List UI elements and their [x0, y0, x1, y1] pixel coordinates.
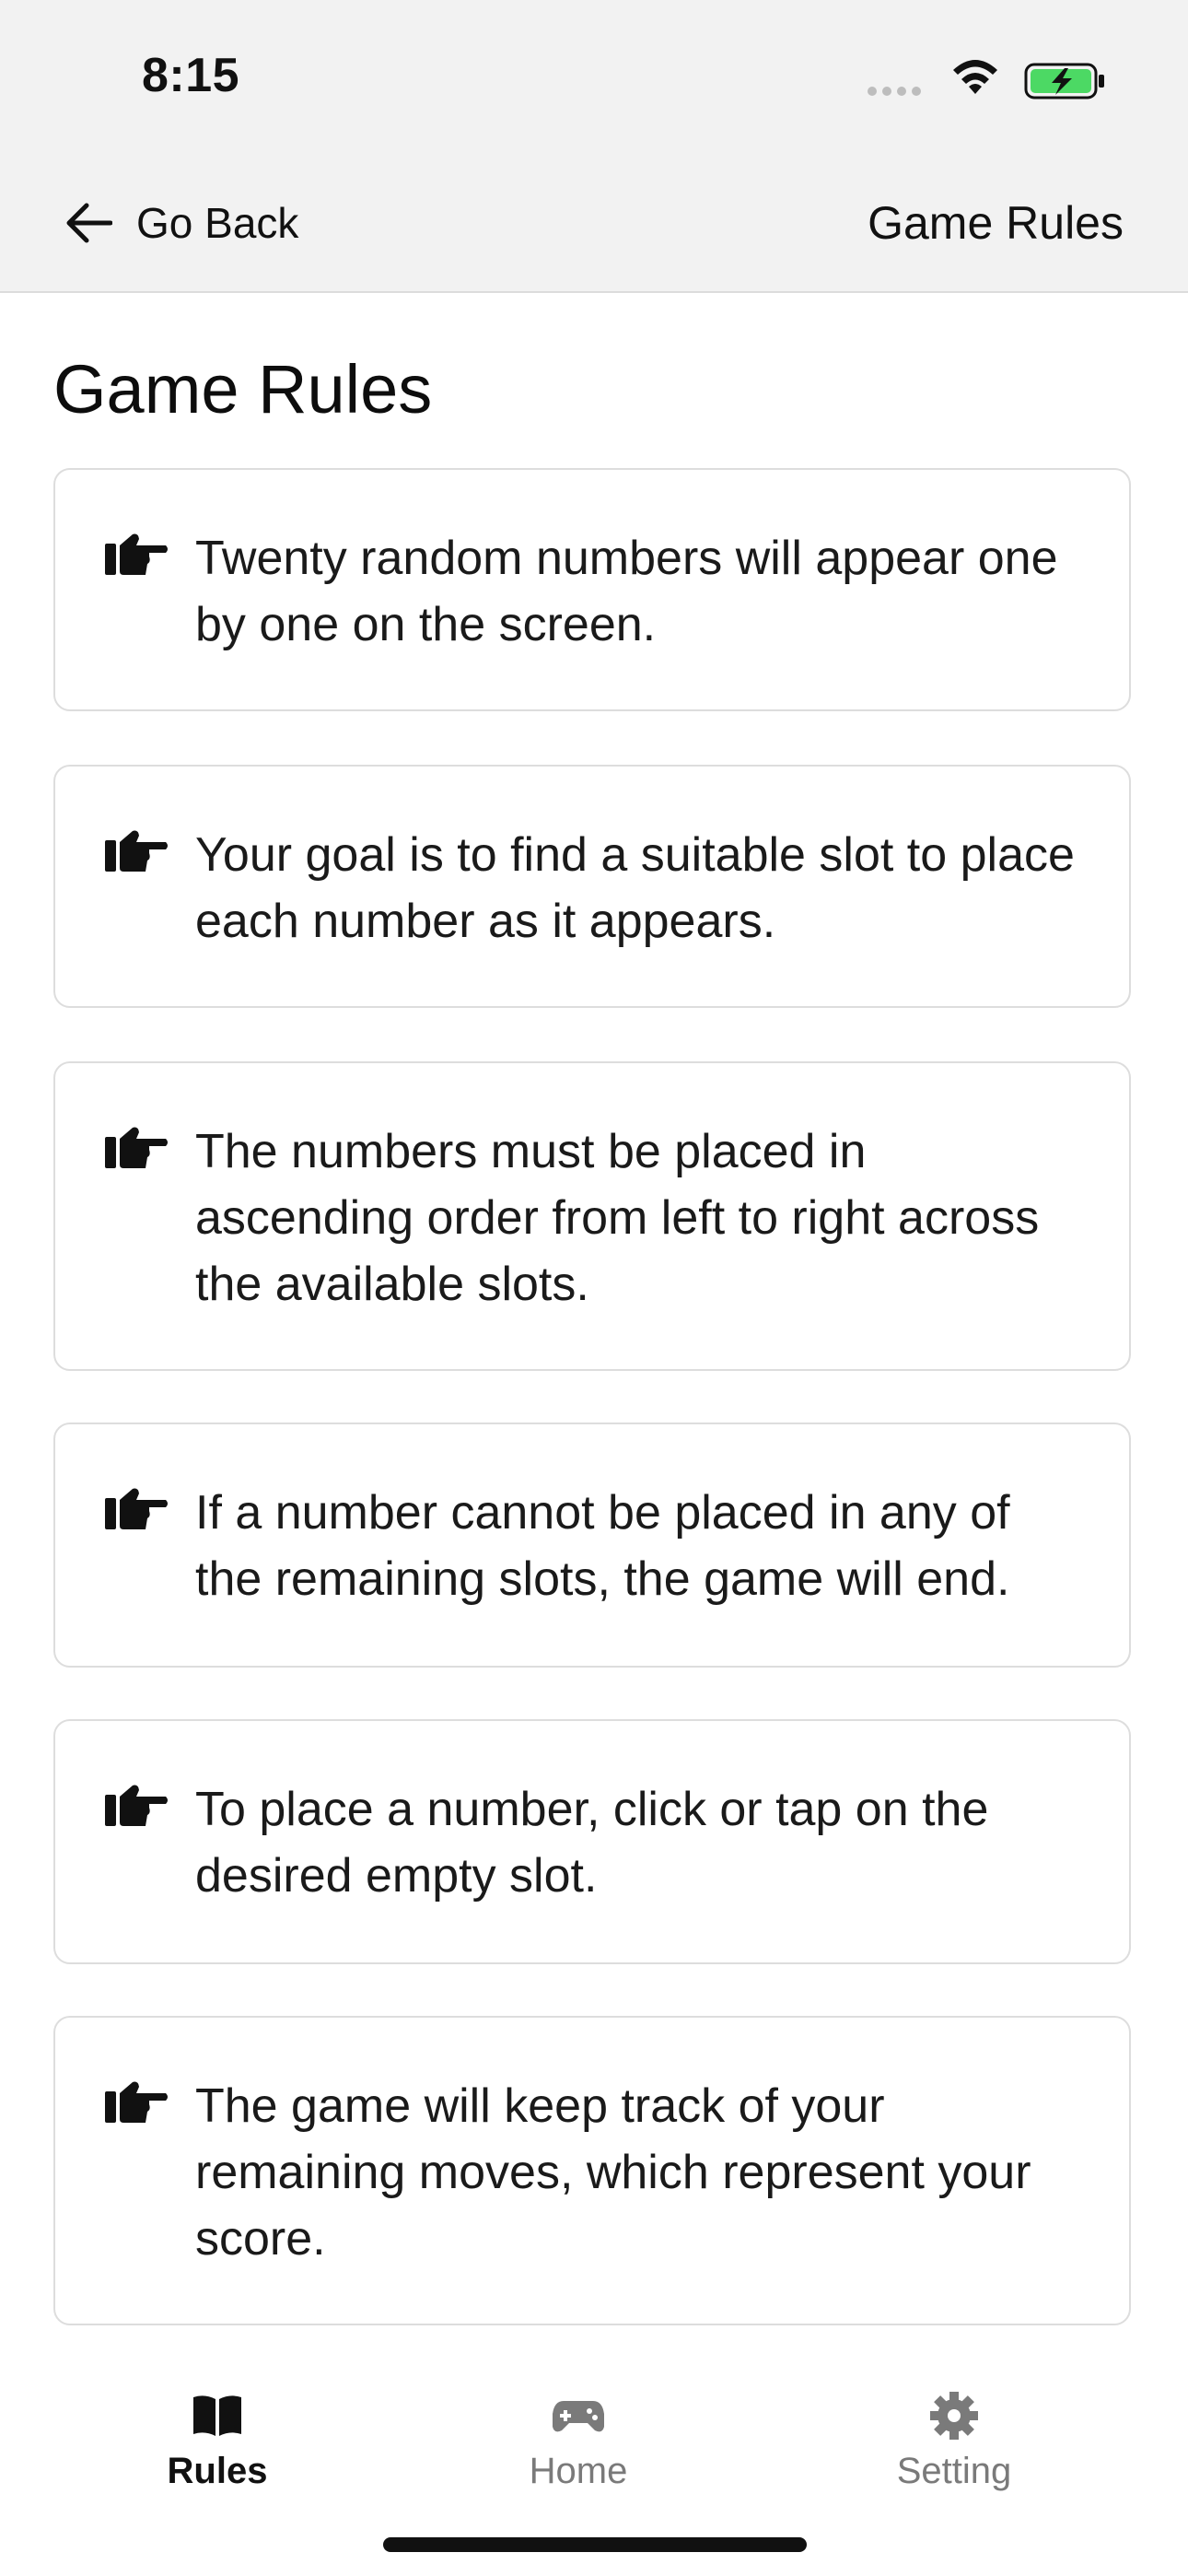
- back-label: Go Back: [136, 199, 299, 247]
- battery-icon: [1024, 63, 1104, 100]
- book-icon: [193, 2395, 241, 2436]
- page-title: Game Rules: [53, 351, 433, 427]
- gamepad-icon: [553, 2401, 604, 2432]
- gear-icon: [930, 2392, 978, 2440]
- thumbs-right-icon: [105, 1488, 168, 1529]
- rule-text: If a number cannot be placed in any of t…: [195, 1486, 1010, 1606]
- tab-label: Rules: [167, 2451, 268, 2491]
- home-indicator[interactable]: [383, 2537, 807, 2552]
- rule-text: Twenty random numbers will appear one by…: [195, 532, 1058, 651]
- rule-card: The numbers must be placed in ascending …: [53, 1061, 1131, 1371]
- rule-text: The numbers must be placed in ascending …: [195, 1125, 1040, 1311]
- wifi-icon: [953, 60, 997, 94]
- thumbs-right-icon: [105, 830, 168, 872]
- thumbs-right-icon: [105, 2081, 168, 2123]
- thumbs-right-icon: [105, 533, 168, 575]
- rule-card: Your goal is to find a suitable slot to …: [53, 765, 1131, 1008]
- signal-icon: [868, 87, 921, 96]
- tab-home[interactable]: Home: [440, 2392, 716, 2492]
- tab-label: Home: [529, 2451, 628, 2491]
- rule-card: To place a number, click or tap on the d…: [53, 1719, 1131, 1964]
- rule-text: Your goal is to find a suitable slot to …: [195, 828, 1075, 948]
- nav-title: Game Rules: [868, 197, 1124, 249]
- thumbs-right-icon: [105, 1127, 168, 1168]
- rule-text: To place a number, click or tap on the d…: [195, 1783, 989, 1903]
- back-button[interactable]: Go Back: [64, 193, 298, 252]
- rule-card: The game will keep track of your remaini…: [53, 2016, 1131, 2325]
- navigation-bar: Go Back Game Rules: [0, 157, 1188, 293]
- arrow-left-icon: [66, 203, 112, 243]
- status-bar: 8:15: [0, 0, 1188, 157]
- thumbs-right-icon: [105, 1785, 168, 1826]
- status-time: 8:15: [142, 49, 240, 102]
- rule-card: Twenty random numbers will appear one by…: [53, 468, 1131, 711]
- tab-setting[interactable]: Setting: [816, 2392, 1092, 2492]
- rule-text: The game will keep track of your remaini…: [195, 2079, 1031, 2266]
- tab-label: Setting: [896, 2451, 1012, 2491]
- tab-rules[interactable]: Rules: [79, 2392, 355, 2492]
- rule-card: If a number cannot be placed in any of t…: [53, 1423, 1131, 1668]
